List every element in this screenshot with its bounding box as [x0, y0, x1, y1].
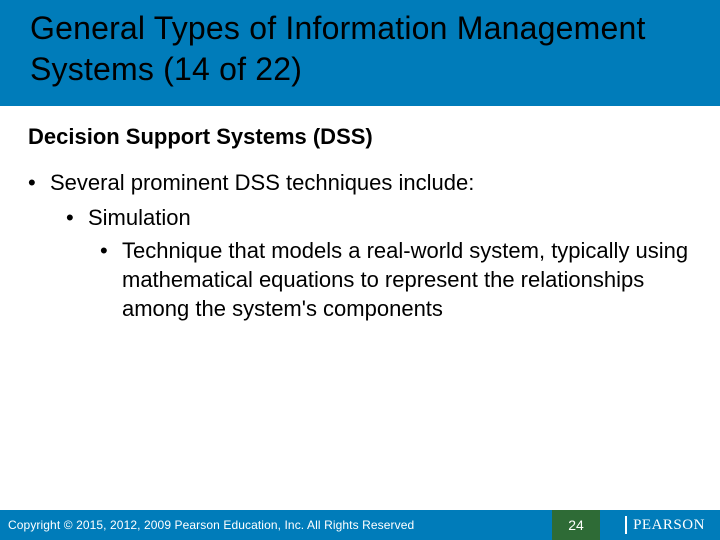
bullet-level3: • Technique that models a real-world sys… — [100, 236, 692, 323]
bullet-level1: • Several prominent DSS techniques inclu… — [28, 168, 692, 197]
bullet-dot: • — [66, 203, 88, 232]
body-content: • Several prominent DSS techniques inclu… — [28, 168, 692, 323]
logo-text: PEARSON — [633, 517, 705, 534]
bullet-level2: • Simulation — [66, 203, 692, 232]
bullet-text: Several prominent DSS techniques include… — [50, 168, 474, 197]
publisher-logo: PEARSON — [610, 510, 720, 540]
copyright-text: Copyright © 2015, 2012, 2009 Pearson Edu… — [8, 518, 414, 532]
section-heading: Decision Support Systems (DSS) — [28, 124, 373, 150]
bullet-dot: • — [28, 168, 50, 197]
slide-title: General Types of Information Management … — [30, 8, 720, 90]
slide: General Types of Information Management … — [0, 0, 720, 540]
page-number: 24 — [552, 510, 600, 540]
bullet-text: Simulation — [88, 203, 191, 232]
logo-bar-icon — [625, 516, 627, 534]
bullet-dot: • — [100, 236, 122, 323]
bullet-text: Technique that models a real-world syste… — [122, 236, 692, 323]
